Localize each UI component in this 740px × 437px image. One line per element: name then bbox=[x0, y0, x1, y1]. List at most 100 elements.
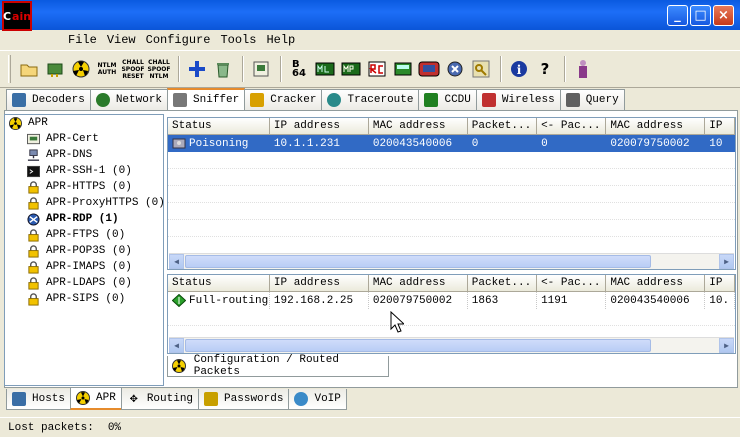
ip-cell-2: 10 bbox=[705, 135, 735, 152]
tab-label: Sniffer bbox=[193, 94, 240, 106]
chall-spoof-reset-icon[interactable]: CHALL SPOOF RESET bbox=[121, 57, 145, 81]
col-ip-address[interactable]: IP address bbox=[269, 118, 369, 135]
tree-item[interactable]: APR-IMAPS (0) bbox=[5, 259, 163, 275]
ip-cell-2: 10. bbox=[705, 292, 735, 309]
certificate-icon[interactable] bbox=[249, 57, 273, 81]
tab-hosts[interactable]: Hosts bbox=[6, 389, 72, 410]
recycle-icon[interactable] bbox=[211, 57, 235, 81]
upper-horizontal-scrollbar[interactable]: ◀ ▶ bbox=[169, 253, 734, 269]
mac-cell-2: 020079750002 bbox=[606, 135, 706, 152]
tab-passwords[interactable]: Passwords bbox=[198, 389, 290, 410]
tab-sniffer[interactable]: Sniffer bbox=[167, 88, 246, 110]
top-tab-strip: Decoders Network Sniffer Cracker Tracero… bbox=[6, 88, 625, 110]
query-icon bbox=[565, 93, 580, 107]
tree-root-apr[interactable]: APR bbox=[5, 115, 163, 131]
decoders-icon bbox=[12, 93, 26, 107]
tree-item[interactable]: APR-LDAPS (0) bbox=[5, 275, 163, 291]
tree-item[interactable]: APR-POP3S (0) bbox=[5, 243, 163, 259]
col-mac-address-2[interactable]: MAC address bbox=[606, 118, 706, 135]
lm-hash-icon[interactable] bbox=[313, 57, 337, 81]
tree-item[interactable]: APR-Cert bbox=[5, 131, 163, 147]
ip-cell: 10.1.1.231 bbox=[269, 135, 369, 152]
tab-traceroute[interactable]: Traceroute bbox=[321, 89, 420, 110]
scroll-thumb[interactable] bbox=[185, 339, 651, 352]
col-ip-2[interactable]: IP bbox=[705, 275, 735, 292]
scroll-right-arrow-icon[interactable]: ▶ bbox=[719, 338, 734, 353]
key-icon[interactable] bbox=[469, 57, 493, 81]
user-icon[interactable] bbox=[571, 57, 595, 81]
maximize-button[interactable]: □ bbox=[690, 5, 711, 26]
tab-configuration-routed-packets[interactable]: Configuration / Routed Packets bbox=[167, 354, 389, 378]
chall-spoof-ntlm-icon[interactable]: CHALL SPOOF NTLM bbox=[147, 57, 171, 81]
col-ip-2[interactable]: IP bbox=[705, 118, 735, 135]
open-folder-icon[interactable] bbox=[17, 57, 41, 81]
col-packets-out[interactable]: Packet... bbox=[467, 275, 538, 292]
close-button[interactable]: × bbox=[713, 5, 734, 26]
tree-item[interactable]: APR-SSH-1 (0) bbox=[5, 163, 163, 179]
apr-radiation-icon bbox=[9, 116, 22, 130]
tab-decoders[interactable]: Decoders bbox=[6, 89, 91, 110]
scroll-left-arrow-icon[interactable]: ◀ bbox=[169, 338, 184, 353]
col-packets-in[interactable]: <- Pac... bbox=[537, 275, 607, 292]
cracker-icon bbox=[250, 93, 265, 107]
tab-voip[interactable]: VoIP bbox=[288, 389, 347, 410]
network-card-icon[interactable] bbox=[43, 57, 67, 81]
tree-item[interactable]: APR-RDP (1) bbox=[5, 211, 163, 227]
tab-wireless[interactable]: Wireless bbox=[475, 89, 561, 110]
tree-item[interactable]: APR-HTTPS (0) bbox=[5, 179, 163, 195]
tree-item-label: APR-SSH-1 (0) bbox=[46, 165, 132, 177]
col-ip-address[interactable]: IP address bbox=[269, 275, 369, 292]
help-icon[interactable]: ? bbox=[533, 57, 557, 81]
table-row[interactable]: Full-routing 192.168.2.25 020079750002 1… bbox=[168, 292, 735, 309]
wireless-icon[interactable] bbox=[443, 57, 467, 81]
col-packets-in[interactable]: <- Pac... bbox=[537, 118, 607, 135]
tree-item[interactable]: APR-DNS bbox=[5, 147, 163, 163]
col-mac-address[interactable]: MAC address bbox=[368, 275, 468, 292]
menu-file[interactable]: File bbox=[63, 33, 102, 47]
minimize-button[interactable]: _ bbox=[667, 5, 688, 26]
apr-radiation-icon[interactable] bbox=[69, 57, 93, 81]
menu-view[interactable]: View bbox=[102, 33, 141, 47]
scroll-thumb[interactable] bbox=[185, 255, 651, 268]
info-icon[interactable]: i bbox=[507, 57, 531, 81]
tree-item[interactable]: APR-ProxyHTTPS (0) bbox=[5, 195, 163, 211]
tree-item[interactable]: APR-SIPS (0) bbox=[5, 291, 163, 307]
apr-tree: APR APR-Cert APR-DNS APR-SSH-1 (0) APR-HTTP… bbox=[4, 114, 164, 386]
col-status[interactable]: Status bbox=[168, 118, 270, 135]
scroll-left-arrow-icon[interactable]: ◀ bbox=[169, 254, 184, 269]
tab-cracker[interactable]: Cracker bbox=[244, 89, 323, 110]
lower-horizontal-scrollbar[interactable]: ◀ ▶ bbox=[169, 337, 734, 353]
hash-calculator-icon[interactable] bbox=[391, 57, 415, 81]
cain-app-icon[interactable]: Cain bbox=[2, 1, 32, 31]
ntlm-auth-icon[interactable]: NTLM AUTH bbox=[95, 57, 119, 81]
col-status[interactable]: Status bbox=[168, 275, 270, 292]
tree-item[interactable]: APR-FTPS (0) bbox=[5, 227, 163, 243]
tab-query[interactable]: Query bbox=[559, 89, 625, 110]
menu-tools[interactable]: Tools bbox=[215, 33, 261, 47]
col-packets-out[interactable]: Packet... bbox=[467, 118, 538, 135]
col-mac-address-2[interactable]: MAC address bbox=[606, 275, 706, 292]
base64-icon[interactable]: B 64 bbox=[287, 57, 311, 81]
empty-row bbox=[168, 186, 735, 203]
tab-ccdu[interactable]: CCDU bbox=[418, 89, 477, 110]
tree-item-label: APR-POP3S (0) bbox=[46, 245, 132, 257]
tape-icon[interactable] bbox=[417, 57, 441, 81]
col-mac-address[interactable]: MAC address bbox=[368, 118, 468, 135]
menu-configure[interactable]: Configure bbox=[141, 33, 216, 47]
mpr-icon[interactable] bbox=[339, 57, 363, 81]
toolbar-separator bbox=[500, 56, 502, 82]
rdp-icon bbox=[27, 212, 40, 226]
tab-apr[interactable]: APR bbox=[70, 388, 122, 410]
tab-routing[interactable]: ✥ Routing bbox=[120, 389, 200, 410]
tab-label: Decoders bbox=[32, 94, 85, 106]
lost-packets-value: 0% bbox=[107, 421, 122, 434]
scroll-right-arrow-icon[interactable]: ▶ bbox=[719, 254, 734, 269]
menu-help[interactable]: Help bbox=[261, 33, 300, 47]
add-icon[interactable] bbox=[185, 57, 209, 81]
toolbar-grip[interactable] bbox=[8, 55, 11, 83]
tab-network[interactable]: Network bbox=[89, 89, 169, 110]
config-tab-label: Configuration / Routed Packets bbox=[193, 354, 339, 378]
tree-item-label: APR-DNS bbox=[46, 149, 93, 161]
table-row[interactable]: Poisoning 10.1.1.231 020043540006 0 0 02… bbox=[168, 135, 735, 152]
rc-icon[interactable] bbox=[365, 57, 389, 81]
